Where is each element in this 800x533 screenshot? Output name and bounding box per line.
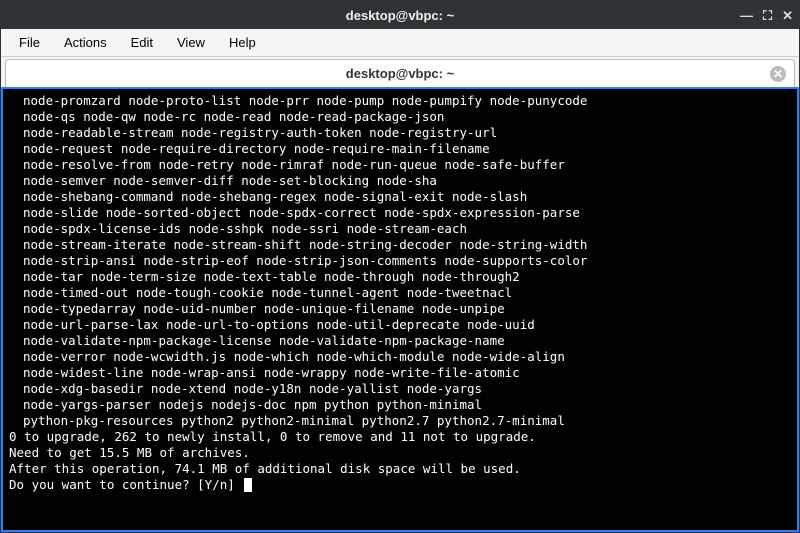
menu-help[interactable]: Help: [217, 31, 268, 54]
pkg-line: python-pkg-resources python2 python2-min…: [9, 413, 791, 429]
summary-line: 0 to upgrade, 262 to newly install, 0 to…: [9, 429, 791, 445]
terminal-output[interactable]: node-promzard node-proto-list node-prr n…: [1, 87, 799, 532]
pkg-line: node-widest-line node-wrap-ansi node-wra…: [9, 365, 791, 381]
pkg-line: node-yargs-parser nodejs nodejs-doc npm …: [9, 397, 791, 413]
terminal-window: desktop@vbpc: ~ — ⛶ ✕ File Actions Edit …: [0, 0, 800, 533]
pkg-line: node-typedarray node-uid-number node-uni…: [9, 301, 791, 317]
pkg-line: node-xdg-basedir node-xtend node-y18n no…: [9, 381, 791, 397]
minimize-icon[interactable]: —: [740, 9, 753, 22]
pkg-line: node-qs node-qw node-rc node-read node-r…: [9, 109, 791, 125]
close-icon[interactable]: ✕: [782, 9, 793, 22]
pkg-line: node-spdx-license-ids node-sshpk node-ss…: [9, 221, 791, 237]
menu-view[interactable]: View: [165, 31, 217, 54]
pkg-line: node-url-parse-lax node-url-to-options n…: [9, 317, 791, 333]
pkg-line: node-strip-ansi node-strip-eof node-stri…: [9, 253, 791, 269]
pkg-line: node-semver node-semver-diff node-set-bl…: [9, 173, 791, 189]
window-controls: — ⛶ ✕: [740, 1, 793, 29]
pkg-line: node-verror node-wcwidth.js node-which n…: [9, 349, 791, 365]
after-line: After this operation, 74.1 MB of additio…: [9, 461, 791, 477]
tabbar: desktop@vbpc: ~ ✕: [1, 57, 799, 87]
maximize-icon[interactable]: ⛶: [763, 9, 772, 22]
pkg-line: node-shebang-command node-shebang-regex …: [9, 189, 791, 205]
tab-title: desktop@vbpc: ~: [346, 66, 454, 81]
need-line: Need to get 15.5 MB of archives.: [9, 445, 791, 461]
tab-terminal[interactable]: desktop@vbpc: ~ ✕: [5, 59, 795, 87]
menu-actions[interactable]: Actions: [52, 31, 119, 54]
pkg-line: node-validate-npm-package-license node-v…: [9, 333, 791, 349]
menu-edit[interactable]: Edit: [119, 31, 165, 54]
prompt-line[interactable]: Do you want to continue? [Y/n]: [9, 477, 791, 493]
tab-close-icon[interactable]: ✕: [770, 66, 786, 82]
menu-file[interactable]: File: [7, 31, 52, 54]
menubar: File Actions Edit View Help: [1, 29, 799, 57]
window-title: desktop@vbpc: ~: [346, 8, 454, 23]
pkg-line: node-tar node-term-size node-text-table …: [9, 269, 791, 285]
pkg-line: node-slide node-sorted-object node-spdx-…: [9, 205, 791, 221]
pkg-line: node-resolve-from node-retry node-rimraf…: [9, 157, 791, 173]
pkg-line: node-readable-stream node-registry-auth-…: [9, 125, 791, 141]
cursor: [244, 478, 252, 492]
pkg-line: node-timed-out node-tough-cookie node-tu…: [9, 285, 791, 301]
pkg-line: node-stream-iterate node-stream-shift no…: [9, 237, 791, 253]
titlebar: desktop@vbpc: ~ — ⛶ ✕: [1, 1, 799, 29]
pkg-line: node-promzard node-proto-list node-prr n…: [9, 93, 791, 109]
pkg-line: node-request node-require-directory node…: [9, 141, 791, 157]
